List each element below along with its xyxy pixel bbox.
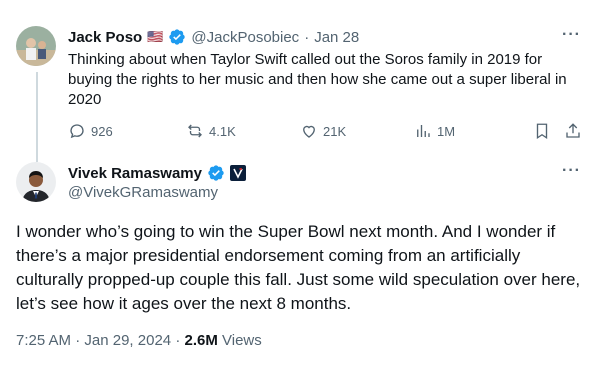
like-action[interactable]: 21K xyxy=(300,122,346,140)
us-flag-emoji: 🇺🇸 xyxy=(147,29,164,44)
thread-connector-line xyxy=(36,72,38,162)
avatar-jack-poso[interactable] xyxy=(16,26,56,66)
bookmark-action[interactable] xyxy=(533,122,551,140)
affiliate-badge-icon[interactable] xyxy=(229,165,246,181)
tweet-timestamp-row: 7:25 AM · Jan 29, 2024 · 2.6M Views xyxy=(16,332,262,349)
views-count: 1M xyxy=(437,123,456,139)
repost-action[interactable]: 4.1K xyxy=(186,122,236,140)
author-name[interactable]: Jack Poso xyxy=(68,29,142,46)
main-tweet-name-row: Vivek Ramaswamy xyxy=(68,164,246,182)
tweet-time[interactable]: 7:25 AM xyxy=(16,332,71,349)
more-options-icon[interactable]: ··· xyxy=(562,162,581,180)
more-options-icon[interactable]: ··· xyxy=(562,26,581,44)
author-handle[interactable]: @JackPosobiec xyxy=(191,29,299,46)
author-handle[interactable]: @VivekGRamaswamy xyxy=(68,184,218,201)
share-icon xyxy=(566,123,580,138)
reply-icon xyxy=(70,124,84,139)
reply-count: 926 xyxy=(91,123,113,139)
reply-tweet-header: Jack Poso 🇺🇸 @JackPosobiec · Jan 28 xyxy=(68,28,359,46)
views-label: Views xyxy=(222,332,262,349)
repost-count: 4.1K xyxy=(209,123,236,139)
avatar-vivek-ramaswamy[interactable] xyxy=(16,162,56,202)
tweet-date[interactable]: Jan 28 xyxy=(314,29,359,46)
repost-icon xyxy=(188,124,202,138)
verified-badge-icon xyxy=(208,165,224,181)
verified-badge-icon xyxy=(169,29,186,45)
bookmark-icon xyxy=(536,123,548,140)
like-count: 21K xyxy=(323,123,347,139)
tweet-date[interactable]: Jan 29, 2024 xyxy=(84,332,171,349)
heart-icon xyxy=(303,125,315,138)
views-count: 2.6M xyxy=(184,332,218,349)
reply-action[interactable]: 926 xyxy=(68,122,113,140)
views-chart-icon xyxy=(417,125,430,137)
share-action[interactable] xyxy=(564,122,582,140)
views-action[interactable]: 1M xyxy=(414,122,455,140)
reply-tweet-text: Thinking about when Taylor Swift called … xyxy=(68,51,567,108)
separator-dot: · xyxy=(75,332,81,349)
main-tweet-text: I wonder who’s going to win the Super Bo… xyxy=(16,222,581,313)
separator-dot: · xyxy=(304,28,310,46)
author-name[interactable]: Vivek Ramaswamy xyxy=(68,165,202,182)
separator-dot: · xyxy=(175,332,181,349)
